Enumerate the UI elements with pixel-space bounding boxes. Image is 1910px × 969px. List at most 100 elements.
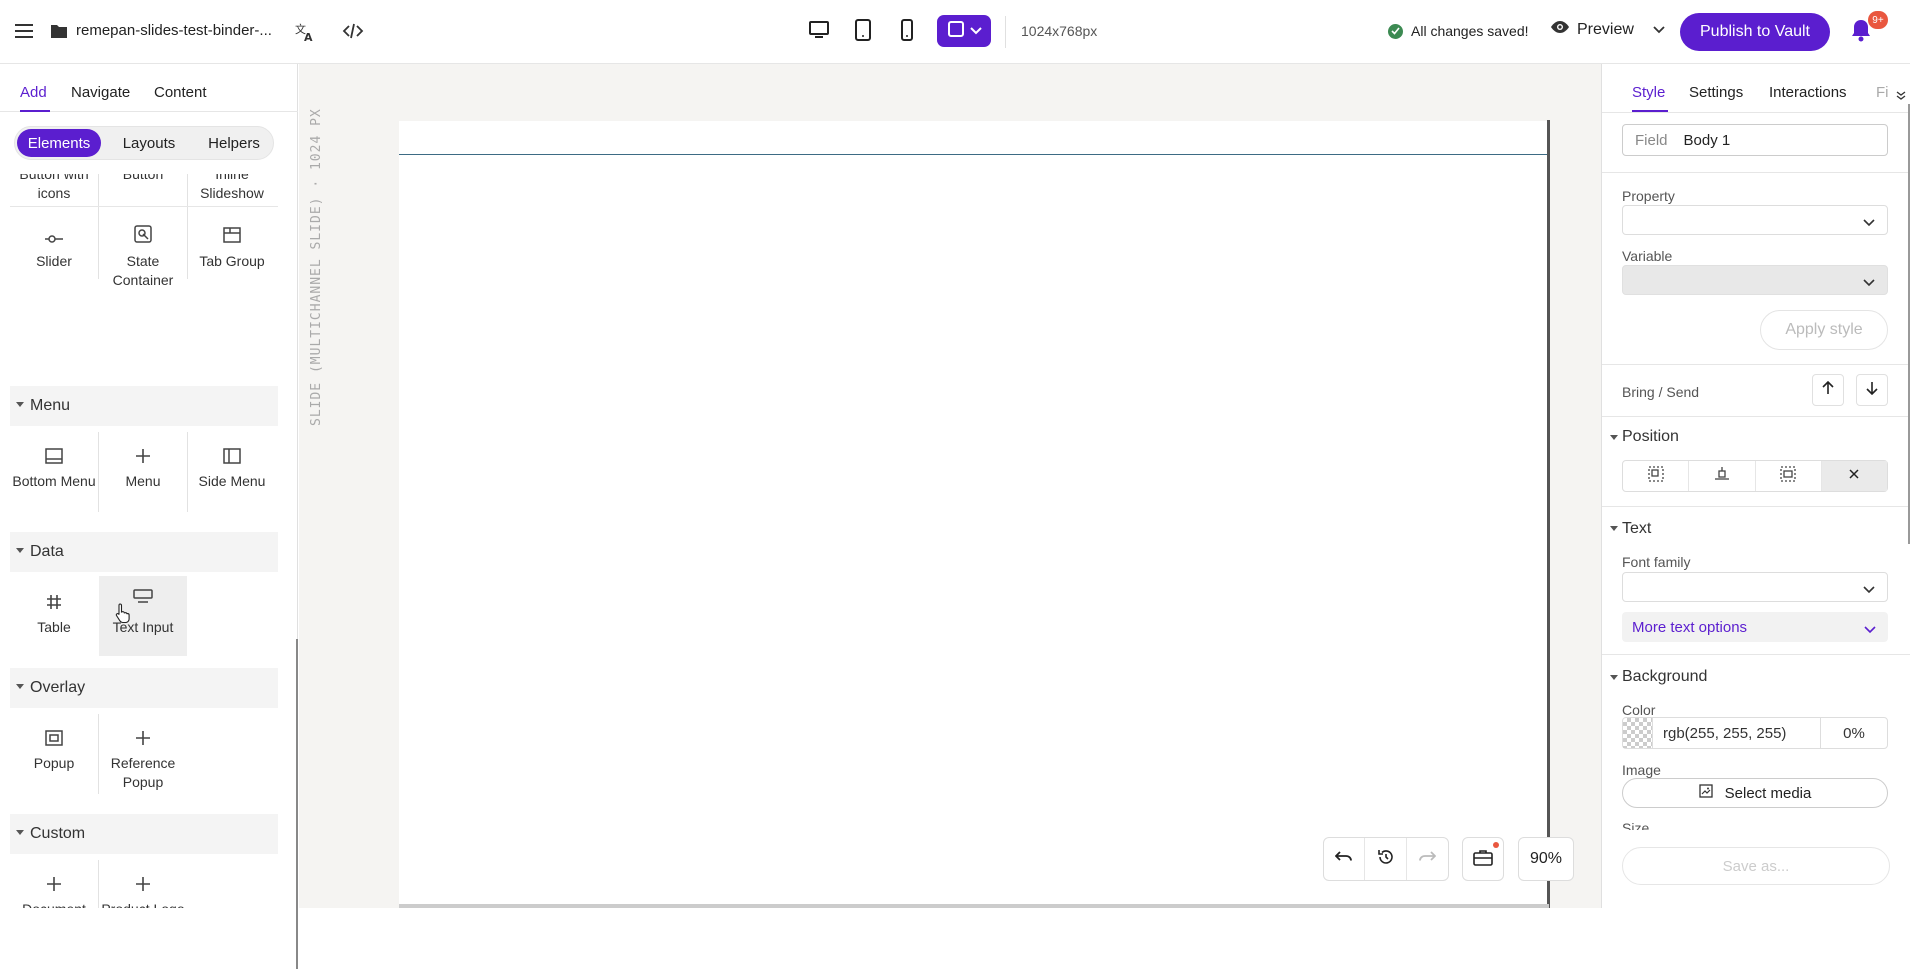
caret-down-icon <box>1610 435 1618 440</box>
left-panel-scrollbar[interactable] <box>296 639 298 969</box>
element-label: Document Footer <box>10 900 98 908</box>
caret-down-icon <box>1610 675 1618 680</box>
position-absolute-button[interactable] <box>1623 461 1690 491</box>
preview-button[interactable]: Preview <box>1550 20 1665 39</box>
element-product-logo[interactable]: Product Logo <box>99 866 187 908</box>
canvas-dimensions: 1024x768px <box>1021 23 1098 39</box>
element-tab-group[interactable]: Tab Group <box>188 218 276 271</box>
top-bar: remepan-slides-test-binder-... 文A 1024x7… <box>0 0 1910 64</box>
custom-device-dropdown[interactable] <box>937 15 991 47</box>
element-button-with-icons[interactable]: Button with icons <box>10 174 98 203</box>
slide-right-edge <box>1547 120 1550 908</box>
history-icon <box>1377 848 1395 871</box>
send-backward-button[interactable] <box>1856 374 1888 406</box>
color-value-input[interactable]: rgb(255, 255, 255) <box>1653 718 1821 748</box>
section-header-overlay[interactable]: Overlay <box>10 668 278 708</box>
section-title: Overlay <box>30 679 86 696</box>
publish-button[interactable]: Publish to Vault <box>1680 13 1830 51</box>
redo-button[interactable] <box>1407 838 1448 880</box>
element-state-container[interactable]: State Container <box>99 218 187 290</box>
mobile-view-button[interactable] <box>892 17 922 47</box>
more-text-options-button[interactable]: More text options <box>1622 612 1888 642</box>
tab-navigate[interactable]: Navigate <box>71 84 130 101</box>
opacity-input[interactable]: 0% <box>1821 725 1887 742</box>
save-as-button[interactable]: Save as... <box>1622 847 1890 885</box>
element-popup[interactable]: Popup <box>10 720 98 773</box>
position-section-title[interactable]: Position <box>1622 428 1679 446</box>
element-label: Popup <box>33 755 75 771</box>
element-side-menu[interactable]: Side Menu <box>188 438 276 491</box>
position-relative-icon <box>1779 465 1797 488</box>
history-button[interactable] <box>1365 838 1407 880</box>
element-label: Menu <box>125 473 161 489</box>
bring-forward-button[interactable] <box>1812 374 1844 406</box>
double-chevron-down-icon[interactable] <box>1896 88 1906 106</box>
row-divider <box>10 206 278 207</box>
undo-button[interactable] <box>1324 838 1366 880</box>
section-header-custom[interactable]: Custom <box>10 814 278 854</box>
tab-interactions[interactable]: Interactions <box>1769 84 1847 101</box>
tab-truncated[interactable]: Fi <box>1876 84 1894 101</box>
element-label: Inline Slideshow <box>200 174 264 201</box>
position-bottom-button[interactable] <box>1689 461 1756 491</box>
phone-icon <box>900 18 914 46</box>
briefcase-notification-dot <box>1493 842 1499 848</box>
select-media-button[interactable]: Select media <box>1622 778 1888 808</box>
caret-down-icon <box>16 830 24 835</box>
canvas-bottom-scrollbar[interactable] <box>399 904 1549 908</box>
tab-content[interactable]: Content <box>154 84 207 101</box>
apply-style-button[interactable]: Apply style <box>1760 310 1888 350</box>
element-slider[interactable]: Slider <box>10 218 98 271</box>
section-header-menu[interactable]: Menu <box>10 386 278 426</box>
tablet-view-button[interactable] <box>848 17 878 47</box>
element-document-footer[interactable]: Document Footer <box>10 866 98 908</box>
position-none-button[interactable] <box>1821 461 1887 491</box>
chevron-down-icon <box>1864 621 1876 638</box>
element-label: Button with icons <box>19 174 89 201</box>
section-divider <box>1602 506 1910 507</box>
property-select[interactable] <box>1622 205 1888 235</box>
desktop-view-button[interactable] <box>804 17 834 47</box>
caret-down-icon <box>16 402 24 407</box>
element-label: Button <box>122 174 164 182</box>
position-relative-button[interactable] <box>1756 461 1822 491</box>
translate-icon[interactable]: 文A <box>294 21 316 43</box>
tab-settings[interactable]: Settings <box>1689 84 1743 101</box>
color-label: Color <box>1622 702 1656 718</box>
background-section-title[interactable]: Background <box>1622 668 1707 686</box>
field-selector[interactable]: Field Body 1 <box>1622 124 1888 156</box>
text-section-title[interactable]: Text <box>1622 520 1651 538</box>
property-label: Property <box>1622 188 1675 204</box>
element-reference-popup[interactable]: Reference Popup <box>99 720 187 792</box>
font-family-select[interactable] <box>1622 572 1888 602</box>
segment-elements[interactable]: Elements <box>17 129 101 157</box>
section-title: Menu <box>30 397 71 414</box>
zoom-level[interactable]: 90% <box>1518 837 1574 881</box>
desktop-icon <box>808 20 830 45</box>
chevron-down-icon <box>969 22 982 40</box>
tab-style[interactable]: Style <box>1632 84 1665 101</box>
element-label: Tab Group <box>199 253 265 269</box>
arrow-down-icon <box>1866 381 1878 400</box>
section-divider <box>1602 172 1910 173</box>
section-header-data[interactable]: Data <box>10 532 278 572</box>
file-name[interactable]: remepan-slides-test-binder-... <box>76 22 272 39</box>
element-text-input[interactable]: Text Input <box>99 576 187 656</box>
element-inline-slideshow[interactable]: Inline Slideshow <box>188 174 276 203</box>
element-bottom-menu[interactable]: Bottom Menu <box>10 438 98 491</box>
tab-add[interactable]: Add <box>20 84 47 101</box>
slide-canvas[interactable] <box>399 121 1549 908</box>
hamburger-menu-icon[interactable] <box>14 22 34 40</box>
segment-layouts[interactable]: Layouts <box>107 129 191 157</box>
element-menu[interactable]: Menu <box>99 438 187 491</box>
segment-helpers[interactable]: Helpers <box>195 129 273 157</box>
color-swatch[interactable] <box>1623 718 1653 748</box>
variable-select[interactable] <box>1622 265 1888 295</box>
chevron-down-icon <box>1863 274 1875 292</box>
bottom-menu-icon <box>44 438 64 464</box>
code-icon[interactable] <box>342 22 364 40</box>
element-button[interactable]: Button <box>99 174 187 193</box>
element-table[interactable]: Table <box>10 584 98 637</box>
undo-icon <box>1334 850 1353 869</box>
redo-icon <box>1418 850 1437 869</box>
